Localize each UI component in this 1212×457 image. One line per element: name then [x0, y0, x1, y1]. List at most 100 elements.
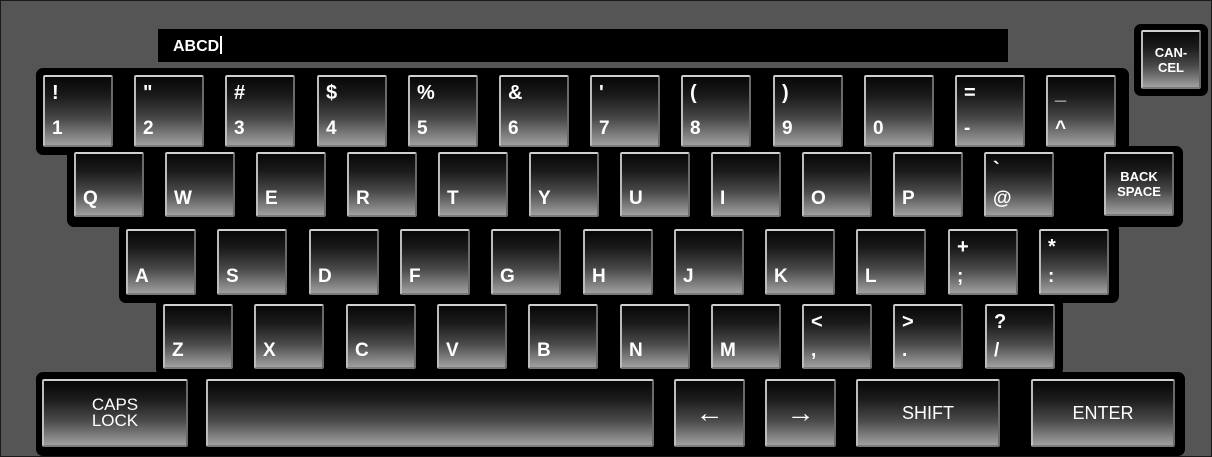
key-bottom-0-z[interactable]: Z	[161, 302, 235, 371]
key-base-label: 6	[508, 118, 519, 139]
keyboard-panel: ABCD CAN- CEL ! 1 " 2 #3 $4% 5 & 6 ' 7(8) 9 0 = - _ ^ QWE…	[0, 0, 1212, 457]
key-base-label: H	[592, 266, 606, 287]
key-shift-label: #	[234, 82, 246, 104]
key-base-label: D	[318, 266, 332, 287]
key-base-label: ^	[1055, 118, 1067, 139]
key-base-label: I	[720, 188, 726, 209]
key-qwerty-5-y[interactable]: Y	[527, 150, 601, 219]
key-number-0-1[interactable]: ! 1	[41, 73, 115, 149]
backspace-key-line2: SPACE	[1117, 184, 1161, 199]
text-input-field[interactable]: ABCD	[158, 29, 1008, 62]
key-number-9-0[interactable]: 0	[862, 73, 936, 149]
key-number-6-7[interactable]: ' 7	[588, 73, 662, 149]
key-number-3-4[interactable]: $4	[315, 73, 389, 149]
key-home-6-j[interactable]: J	[672, 227, 746, 297]
key-qwerty-4-t[interactable]: T	[436, 150, 510, 219]
key-number-11[interactable]: _ ^	[1044, 73, 1118, 149]
key-bottom-5-n[interactable]: N	[618, 302, 692, 371]
key-qwerty-9-p[interactable]: P	[891, 150, 965, 219]
key-number-5-6[interactable]: & 6	[497, 73, 571, 149]
key-home-8-l[interactable]: L	[854, 227, 928, 297]
key-base-label: 7	[599, 118, 610, 139]
key-base-label: R	[356, 188, 370, 209]
key-base-label: 0	[873, 118, 884, 139]
key-base-label: B	[537, 340, 551, 361]
key-bottom-2-c[interactable]: C	[344, 302, 418, 371]
key-base-label: T	[447, 188, 459, 209]
key-number-10[interactable]: = -	[953, 73, 1027, 149]
key-home-7-k[interactable]: K	[763, 227, 837, 297]
key-base-label: @	[993, 188, 1012, 209]
key-base-label: 8	[690, 118, 701, 139]
key-base-label: 9	[782, 118, 793, 139]
space-bar[interactable]	[204, 377, 656, 449]
key-base-label: ,	[811, 340, 817, 361]
text-input-value: ABCD	[173, 38, 220, 55]
key-number-1-2[interactable]: " 2	[132, 73, 206, 149]
key-base-label: Y	[538, 188, 551, 209]
key-base-label: P	[902, 188, 915, 209]
key-home-1-s[interactable]: S	[215, 227, 289, 297]
key-shift-label: (	[690, 82, 697, 104]
key-home-3-f[interactable]: F	[398, 227, 472, 297]
key-shift-label: =	[964, 82, 976, 104]
key-base-label: A	[135, 266, 149, 287]
key-base-label: Q	[83, 188, 98, 209]
key-qwerty-8-o[interactable]: O	[800, 150, 874, 219]
key-base-label: 2	[143, 118, 154, 139]
key-bottom-8[interactable]: >.	[891, 302, 965, 371]
key-base-label: X	[263, 340, 276, 361]
key-qwerty-10[interactable]: ` @	[982, 150, 1056, 219]
key-base-label: M	[720, 340, 736, 361]
key-base-label: :	[1048, 266, 1055, 287]
key-home-0-a[interactable]: A	[124, 227, 198, 297]
key-bottom-1-x[interactable]: X	[252, 302, 326, 371]
key-shift-label: `	[993, 159, 1000, 181]
key-number-8-9[interactable]: ) 9	[771, 73, 845, 149]
key-qwerty-6-u[interactable]: U	[618, 150, 692, 219]
shift-key[interactable]: SHIFT	[854, 377, 1002, 449]
caps-lock-key[interactable]: CAPS LOCK	[40, 377, 190, 449]
key-home-5-h[interactable]: H	[581, 227, 655, 297]
backspace-key[interactable]: BACK SPACE	[1102, 150, 1176, 218]
key-shift-label: !	[52, 82, 59, 104]
key-shift-label: >	[902, 311, 914, 333]
right-arrow-key[interactable]: →	[763, 377, 838, 449]
left-arrow-key[interactable]: ←	[672, 377, 747, 449]
key-bottom-3-v[interactable]: V	[435, 302, 509, 371]
key-base-label: W	[174, 188, 192, 209]
key-qwerty-3-r[interactable]: R	[345, 150, 419, 219]
backspace-key-line1: BACK	[1120, 169, 1158, 184]
key-base-label: J	[683, 266, 694, 287]
key-qwerty-7-i[interactable]: I	[709, 150, 783, 219]
key-bottom-7[interactable]: <,	[800, 302, 874, 371]
key-bottom-9[interactable]: ? /	[983, 302, 1057, 371]
key-home-4-g[interactable]: G	[489, 227, 563, 297]
key-qwerty-0-q[interactable]: Q	[72, 150, 146, 219]
key-number-2-3[interactable]: #3	[223, 73, 297, 149]
key-qwerty-1-w[interactable]: W	[163, 150, 237, 219]
left-arrow-icon: ←	[695, 397, 724, 428]
key-number-7-8[interactable]: (8	[679, 73, 753, 149]
key-base-label: G	[500, 266, 515, 287]
cancel-key[interactable]: CAN- CEL	[1139, 28, 1203, 91]
cancel-key-line2: CEL	[1158, 59, 1184, 75]
key-shift-label: %	[417, 82, 435, 104]
key-shift-label: $	[326, 82, 338, 104]
right-arrow-icon: →	[786, 397, 815, 428]
key-home-9[interactable]: +;	[946, 227, 1020, 297]
key-qwerty-2-e[interactable]: E	[254, 150, 328, 219]
key-home-2-d[interactable]: D	[307, 227, 381, 297]
key-base-label: F	[409, 266, 421, 287]
enter-key[interactable]: ENTER	[1029, 377, 1177, 449]
key-number-4-5[interactable]: % 5	[406, 73, 480, 149]
key-shift-label: '	[599, 82, 604, 104]
key-home-10[interactable]: *:	[1037, 227, 1111, 297]
key-shift-label: &	[508, 82, 523, 104]
key-bottom-6-m[interactable]: M	[709, 302, 783, 371]
enter-key-label: ENTER	[1072, 403, 1134, 423]
key-base-label: N	[629, 340, 643, 361]
key-bottom-4-b[interactable]: B	[526, 302, 600, 371]
key-base-label: .	[902, 340, 908, 361]
cancel-key-line1: CAN-	[1154, 44, 1188, 60]
